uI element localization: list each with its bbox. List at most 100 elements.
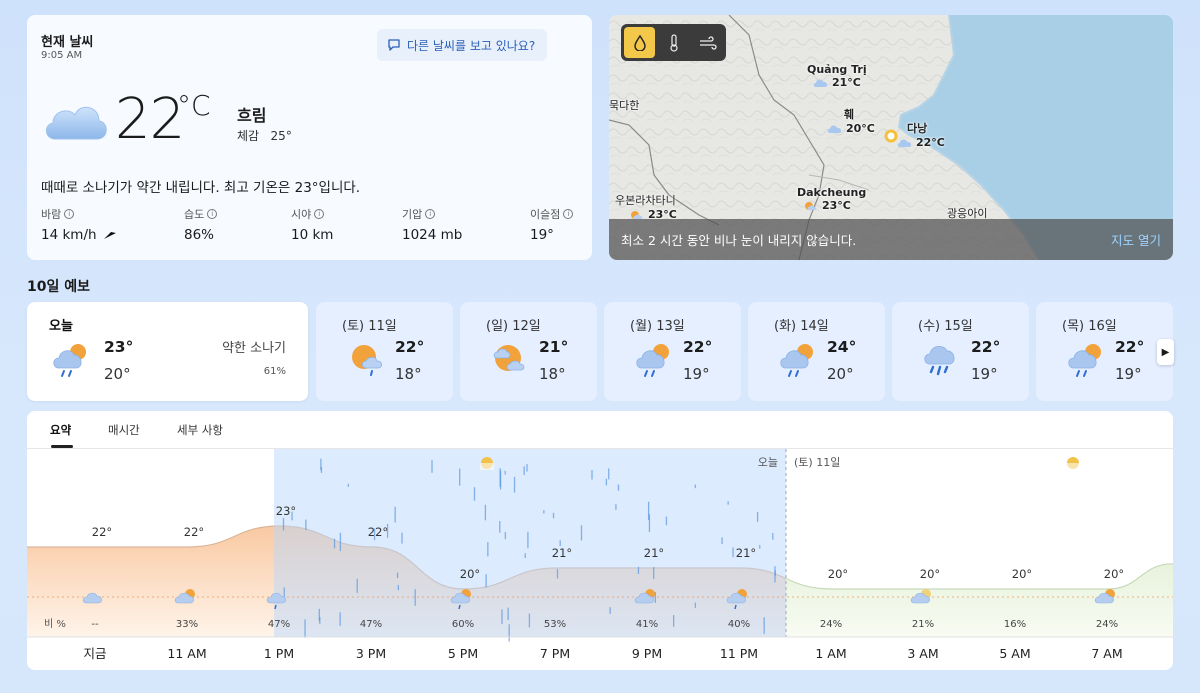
- other-weather-label: 다른 날씨를 보고 있나요?: [407, 38, 536, 53]
- precip-value: 40%: [728, 619, 750, 630]
- temperature-label: 22°: [184, 525, 204, 539]
- info-icon[interactable]: i: [314, 209, 325, 219]
- current-weather-card: 현재 날씨 9:05 AM 다른 날씨를 보고 있나요? 22 °C 흐림 체감…: [27, 15, 592, 260]
- forecast-title: 10일 예보: [27, 279, 90, 295]
- forecast-high: 22°: [395, 338, 425, 356]
- open-map-link[interactable]: 지도 열기: [1111, 230, 1161, 249]
- sun-cloud-icon: [631, 210, 643, 219]
- precip-value: 24%: [1096, 619, 1118, 630]
- info-icon[interactable]: i: [425, 209, 436, 219]
- map-label-hue[interactable]: 훼 20°C: [827, 106, 875, 135]
- sun-position-icon: [1066, 457, 1080, 470]
- temperature-label: 20°: [1012, 567, 1032, 581]
- cloud-icon: [813, 78, 828, 87]
- stat-value: 1024 mb: [402, 227, 463, 243]
- forecast-card[interactable]: (토) 11일 22° 18°: [316, 302, 453, 401]
- other-weather-button[interactable]: 다른 날씨를 보고 있나요?: [377, 29, 548, 61]
- map-label-ubon[interactable]: 우본라차타니 23°C: [615, 192, 677, 221]
- temperature-label: 21°: [736, 546, 756, 560]
- forecast-caption: 약한 소나기: [222, 341, 286, 356]
- stat-label: 습도: [184, 208, 205, 221]
- wind-icon: [699, 35, 717, 50]
- x-tick-label: 7 PM: [540, 646, 570, 661]
- partly-cloudy-rain-icon: [636, 344, 669, 377]
- precip-value: --: [91, 619, 99, 630]
- temperature-label: 20°: [828, 567, 848, 581]
- map-layer-toggle: [621, 24, 726, 61]
- chevron-right-icon: ▶: [1161, 346, 1170, 358]
- cloudy-icon: [46, 106, 107, 140]
- precip-value: 33%: [176, 619, 198, 630]
- precipitation-layer-button[interactable]: [624, 27, 655, 58]
- forecast-day: (목) 16일: [1062, 319, 1117, 334]
- temperature-label: 21°: [644, 546, 664, 560]
- current-condition: 흐림: [237, 106, 267, 125]
- wind-layer-button[interactable]: [692, 27, 723, 58]
- map-city-name: Dakcheung: [797, 186, 867, 199]
- x-tick-label: 3 PM: [356, 646, 386, 661]
- stat-value: 14 km/h: [41, 227, 97, 243]
- droplet-icon: [633, 34, 646, 51]
- stat-dewpoint: 이슬점 i 19°: [530, 206, 574, 243]
- rain-cloud-icon: [924, 346, 955, 376]
- map-label-mukdahan[interactable]: 묵다한: [609, 97, 639, 113]
- cloud-icon: [827, 124, 842, 133]
- forecast-next-button[interactable]: ▶: [1157, 339, 1174, 365]
- stat-visibility: 시야 i 10 km: [291, 206, 333, 243]
- stat-pressure: 기압 i 1024 mb: [402, 206, 462, 243]
- forecast-day: (수) 15일: [918, 319, 973, 334]
- tab-summary[interactable]: 요약: [50, 422, 71, 438]
- forecast-card[interactable]: (월) 13일 22° 19°: [604, 302, 741, 401]
- day-label-today: 오늘: [758, 456, 778, 469]
- active-tab-indicator: [51, 445, 73, 448]
- feels-like-label: 체감: [237, 129, 260, 143]
- map-label-danang[interactable]: 다낭 22°C: [897, 120, 945, 149]
- forecast-high: 22°: [1115, 338, 1145, 356]
- x-tick-label: 1 PM: [264, 646, 294, 661]
- forecast-card[interactable]: (수) 15일 22° 19°: [892, 302, 1029, 401]
- precip-value: 53%: [544, 619, 566, 630]
- forecast-card[interactable]: (일) 12일 21° 18°: [460, 302, 597, 401]
- tab-hourly[interactable]: 매시간: [108, 422, 140, 438]
- temperature-layer-button[interactable]: [658, 27, 689, 58]
- raindrop-shape: [458, 604, 461, 610]
- map-city-name: 우본라차타니: [615, 194, 676, 207]
- forecast-day: (화) 14일: [774, 319, 829, 334]
- feels-like-value: 25°: [270, 129, 292, 143]
- forecast-precip-pct: 61%: [263, 366, 286, 377]
- temperature-label: 20°: [1104, 567, 1124, 581]
- weather-map[interactable]: Quảng Trị 21°C 훼 20°C 다낭 22°C 묵다한 우본라차타니…: [609, 15, 1173, 260]
- day-label-tomorrow: (토) 11일: [794, 455, 840, 469]
- horizon-mask: [480, 463, 494, 470]
- info-icon[interactable]: i: [207, 209, 218, 219]
- precip-value: 41%: [636, 619, 658, 630]
- temperature-label: 20°: [460, 567, 480, 581]
- map-label-quang-tri[interactable]: Quảng Trị 21°C: [807, 63, 867, 89]
- info-icon[interactable]: i: [64, 209, 75, 219]
- forecast-day: 오늘: [49, 319, 73, 334]
- forecast-low: 20°: [104, 365, 131, 383]
- temperature-unit: °C: [177, 89, 211, 122]
- forecast-card-today[interactable]: 오늘 23° 20° 약한 소나기 61%: [27, 302, 308, 401]
- forecast-card[interactable]: (화) 14일 24° 20°: [748, 302, 885, 401]
- info-icon[interactable]: i: [563, 209, 574, 219]
- x-tick-label: 3 AM: [907, 646, 938, 661]
- map-city-name: 다낭: [907, 122, 928, 135]
- feels-like: 체감 25°: [237, 127, 292, 144]
- stat-wind: 바람 i 14 km/h: [41, 206, 117, 243]
- current-time: 9:05 AM: [41, 50, 83, 61]
- stat-value: 10 km: [291, 227, 334, 243]
- forecast-card[interactable]: (목) 16일 22° 19°: [1036, 302, 1173, 401]
- horizon-mask: [1066, 463, 1080, 470]
- temperature-label: 22°: [368, 525, 388, 539]
- map-city-name: Quảng Trị: [807, 63, 867, 76]
- precip-value: 16%: [1004, 619, 1026, 630]
- x-tick-label: 11 PM: [720, 646, 758, 661]
- forecast-day: (일) 12일: [486, 319, 541, 334]
- map-label-dakcheung[interactable]: Dakcheung 23°C: [797, 186, 866, 212]
- stat-label: 바람: [41, 208, 62, 221]
- stat-label: 시야: [291, 208, 312, 221]
- tab-details[interactable]: 세부 사항: [177, 422, 223, 438]
- forecast-low: 19°: [1115, 365, 1142, 383]
- map-city-name: 훼: [844, 108, 855, 121]
